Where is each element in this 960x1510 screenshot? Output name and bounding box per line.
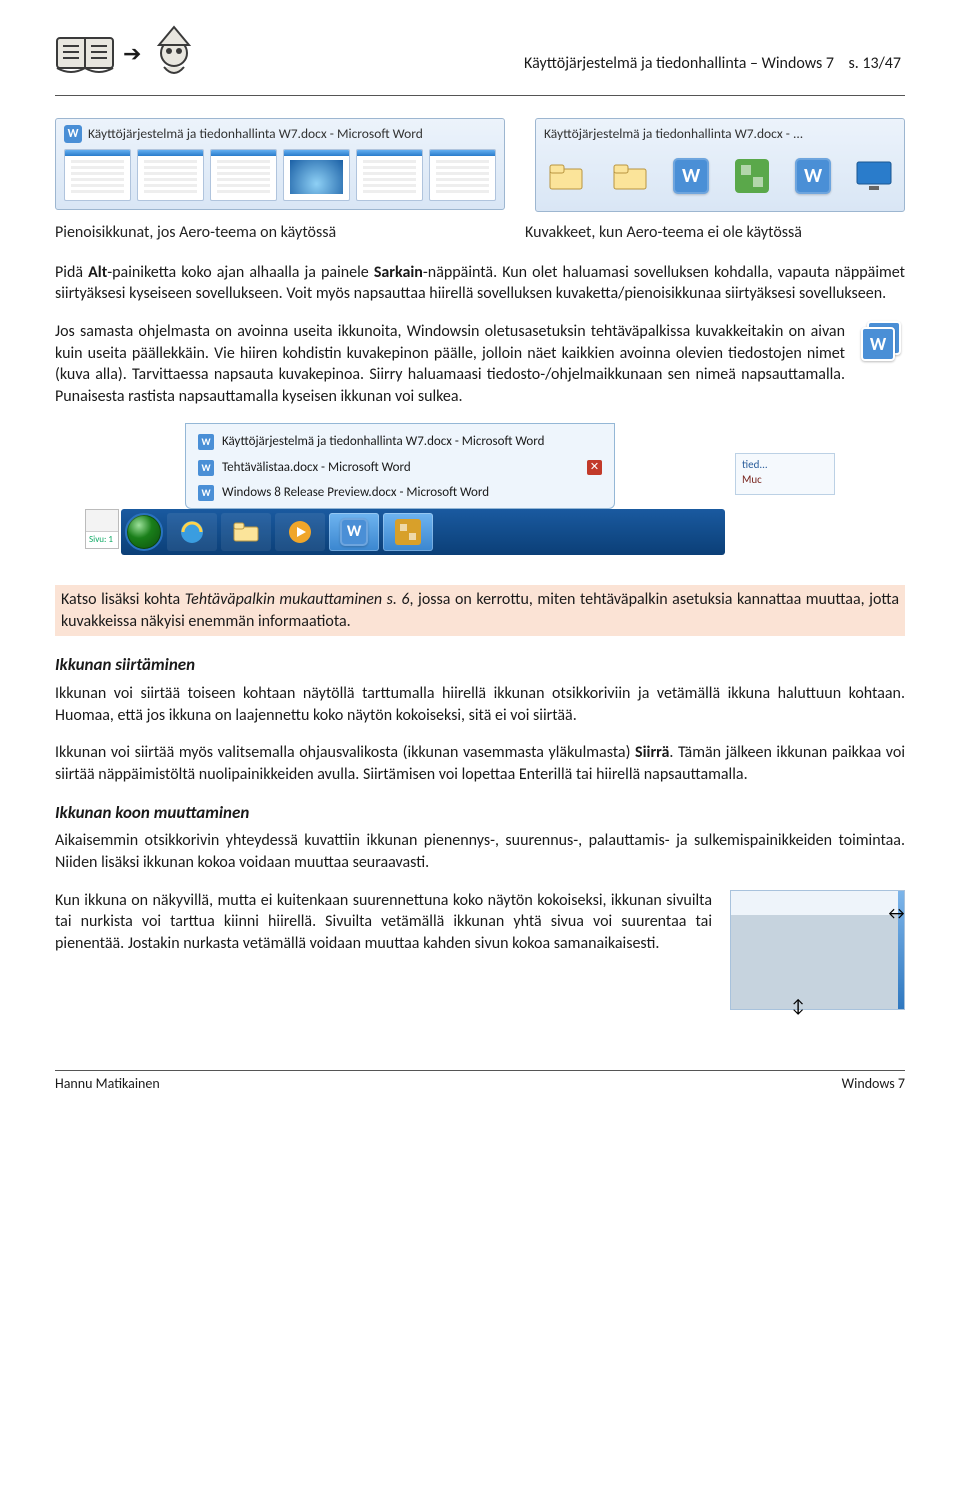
thumbnail-preview bbox=[429, 149, 496, 201]
heading-resize-window: Ikkunan koon muuttaminen bbox=[55, 802, 905, 825]
jumplist-wrap: W Käyttöjärjestelmä ja tiedonhallinta W7… bbox=[85, 423, 725, 509]
word-icon: W bbox=[795, 158, 831, 194]
footer-author: Hannu Matikainen bbox=[55, 1075, 160, 1094]
thumbnail-preview bbox=[283, 149, 350, 201]
close-icon[interactable]: ✕ bbox=[587, 460, 602, 475]
header-page-number: s. 13/47 bbox=[848, 54, 901, 73]
taskbar: W bbox=[121, 509, 725, 555]
paragraph-alt-tab: Pidä Alt-painiketta koko ajan alhaalla j… bbox=[55, 262, 905, 305]
icon-strip: W W bbox=[544, 149, 896, 203]
heading-move-window: Ikkunan siirtäminen bbox=[55, 654, 905, 677]
paragraph-move-2: Ikkunan voi siirtää myös valitsemalla oh… bbox=[55, 742, 905, 785]
paragraph-stacked-text: Jos samasta ohjelmasta on avoinna useita… bbox=[55, 321, 845, 407]
header-icon-group: ➔ bbox=[55, 25, 199, 83]
jumplist-item-label: Tehtävälistaa.docx - Microsoft Word bbox=[222, 459, 411, 477]
stacked-word-icon: W W bbox=[857, 321, 905, 365]
paragraph-resize-2: Kun ikkuna on näkyvillä, mutta ei kuiten… bbox=[55, 890, 712, 1010]
header-title-text: Käyttöjärjestelmä ja tiedonhallinta – Wi… bbox=[524, 54, 834, 73]
app-icon bbox=[731, 155, 773, 197]
taskbar-button-app[interactable] bbox=[383, 513, 433, 551]
taskbar-button-explorer[interactable] bbox=[221, 513, 271, 551]
thumbnail-preview bbox=[356, 149, 423, 201]
page-footer: Hannu Matikainen Windows 7 bbox=[55, 1070, 905, 1094]
page-header: ➔ Käyttöjärjestelmä ja tiedonhallinta – … bbox=[55, 25, 905, 83]
resize-arrow-v-icon: ↕ bbox=[791, 994, 805, 1018]
book-icon bbox=[55, 30, 115, 78]
taskbar-button-ie[interactable] bbox=[167, 513, 217, 551]
taskbar-figure: W Käyttöjärjestelmä ja tiedonhallinta W7… bbox=[85, 423, 725, 555]
jumplist-item[interactable]: W Tehtävälistaa.docx - Microsoft Word ✕ bbox=[186, 455, 614, 481]
taskbar-button-word[interactable]: W bbox=[329, 513, 379, 551]
thumbnail-preview bbox=[137, 149, 204, 201]
taskbar-button-mediaplayer[interactable] bbox=[275, 513, 325, 551]
aero-thumbnails-frame: W Käyttöjärjestelmä ja tiedonhallinta W7… bbox=[55, 118, 505, 210]
paragraph-move-1: Ikkunan voi siirtää toiseen kohtaan näyt… bbox=[55, 683, 905, 726]
word-icon: W bbox=[64, 125, 82, 143]
paragraph-resize-1: Aikaisemmin otsikkorivin yhteydessä kuva… bbox=[55, 830, 905, 873]
jumplist-item[interactable]: W Käyttöjärjestelmä ja tiedonhallinta W7… bbox=[186, 429, 614, 455]
start-orb-icon[interactable] bbox=[125, 513, 163, 551]
noaero-frame-title: Käyttöjärjestelmä ja tiedonhallinta W7.d… bbox=[544, 125, 896, 143]
noaero-frame-title-text: Käyttöjärjestelmä ja tiedonhallinta W7.d… bbox=[544, 125, 803, 143]
background-window-fragment: tied... Muc bbox=[735, 453, 835, 495]
caption-row: Pienoisikkunat, jos Aero-teema on käytös… bbox=[55, 222, 905, 244]
highlight-note: Katso lisäksi kohta Tehtäväpalkin mukaut… bbox=[55, 585, 905, 636]
word-icon: W bbox=[198, 460, 214, 476]
resize-arrow-h-icon: ↔ bbox=[885, 901, 908, 925]
arrow-right-icon: ➔ bbox=[123, 39, 141, 69]
paragraph-stacked: Jos samasta ohjelmasta on avoinna useita… bbox=[55, 321, 905, 407]
jumplist-popup: W Käyttöjärjestelmä ja tiedonhallinta W7… bbox=[185, 423, 615, 509]
footer-os: Windows 7 bbox=[842, 1075, 905, 1094]
folder-icon bbox=[545, 155, 587, 197]
thumbnail-strip bbox=[64, 149, 496, 201]
word-icon: W bbox=[198, 434, 214, 450]
noaero-icons-frame: Käyttöjärjestelmä ja tiedonhallinta W7.d… bbox=[535, 118, 905, 212]
folder-icon bbox=[609, 155, 651, 197]
jumplist-item-label: Käyttöjärjestelmä ja tiedonhallinta W7.d… bbox=[222, 433, 544, 451]
wizard-icon bbox=[149, 25, 199, 83]
screenshot-row: W Käyttöjärjestelmä ja tiedonhallinta W7… bbox=[55, 118, 905, 212]
resize-figure: ↔ ↕ bbox=[730, 890, 905, 1010]
jumplist-item[interactable]: W Windows 8 Release Preview.docx - Micro… bbox=[186, 480, 614, 506]
caption-right: Kuvakkeet, kun Aero-teema ei ole käytöss… bbox=[525, 222, 905, 244]
status-page-label: Sivu: 1 bbox=[86, 532, 118, 548]
caption-left: Pienoisikkunat, jos Aero-teema on käytös… bbox=[55, 222, 525, 244]
aero-frame-title: W Käyttöjärjestelmä ja tiedonhallinta W7… bbox=[64, 125, 496, 143]
monitor-icon bbox=[853, 155, 895, 197]
jumplist-item-label: Windows 8 Release Preview.docx - Microso… bbox=[222, 484, 489, 502]
word-icon: W bbox=[673, 158, 709, 194]
resize-row: Kun ikkuna on näkyvillä, mutta ei kuiten… bbox=[55, 890, 905, 1010]
word-icon: W bbox=[198, 485, 214, 501]
header-rule bbox=[55, 95, 905, 96]
aero-frame-title-text: Käyttöjärjestelmä ja tiedonhallinta W7.d… bbox=[88, 125, 423, 143]
thumbnail-preview bbox=[210, 149, 277, 201]
thumbnail-preview bbox=[64, 149, 131, 201]
status-bar-fragment: Sivu: 1 bbox=[85, 509, 119, 549]
header-title: Käyttöjärjestelmä ja tiedonhallinta – Wi… bbox=[524, 25, 905, 75]
